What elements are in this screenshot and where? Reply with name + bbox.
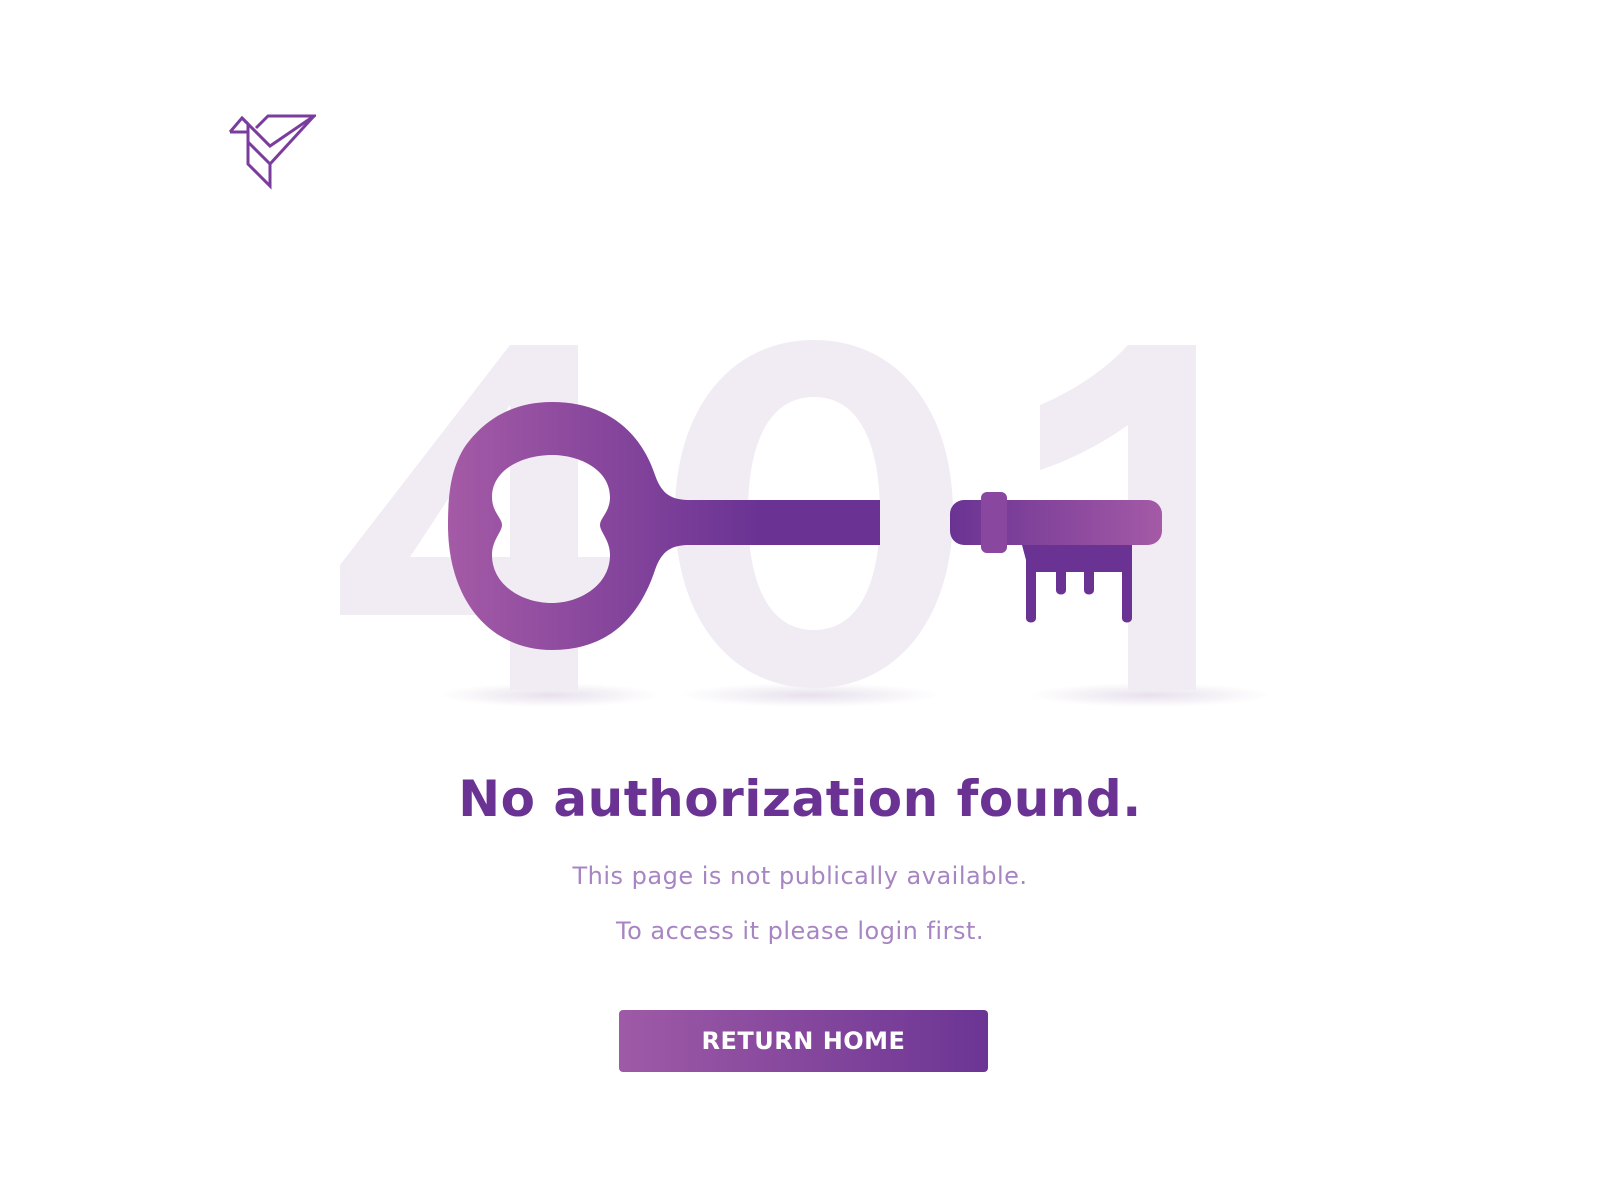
origami-bird-icon[interactable] bbox=[228, 112, 316, 192]
description-line-2: To access it please login first. bbox=[616, 917, 984, 945]
error-page: No authorization found. This page is not… bbox=[0, 0, 1600, 1200]
page-title: No authorization found. bbox=[458, 770, 1142, 828]
description-line-1: This page is not publically available. bbox=[572, 862, 1028, 890]
return-home-button[interactable]: RETURN HOME bbox=[619, 1010, 988, 1072]
hero-illustration bbox=[340, 340, 1270, 707]
